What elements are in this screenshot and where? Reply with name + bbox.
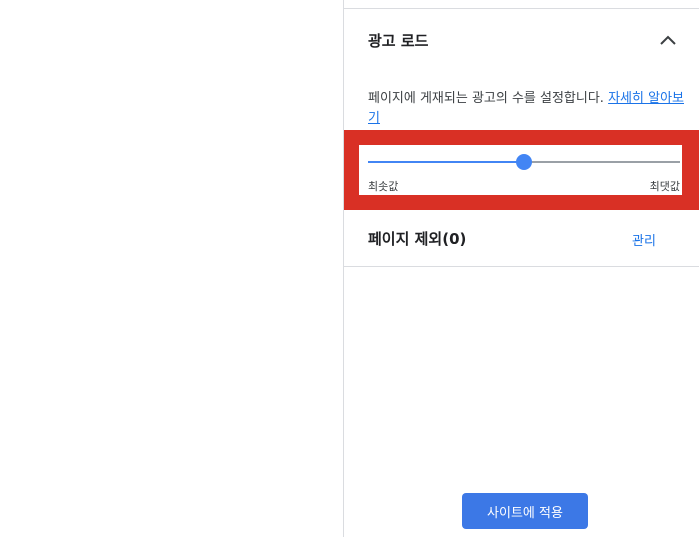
- slider-min-label: 최솟값: [368, 180, 399, 193]
- auto-ads-settings-panel: 광고 로드 페이지에 게재되는 광고의 수를 설정합니다. 자세히 알아보기 최…: [343, 0, 699, 537]
- ad-load-description-text: 페이지에 게재되는 광고의 수를 설정합니다.: [368, 91, 604, 106]
- page-exclusions-title: 페이지 제외(0): [368, 230, 467, 248]
- apply-to-site-button[interactable]: 사이트에 적용: [462, 493, 588, 529]
- chevron-up-icon[interactable]: [658, 31, 678, 51]
- page-preview-area: [0, 0, 343, 537]
- ad-load-description: 페이지에 게재되는 광고의 수를 설정합니다. 자세히 알아보기: [368, 89, 686, 129]
- slider-track-active: [368, 161, 524, 163]
- slider-max-label: 최댓값: [649, 180, 680, 193]
- slider-thumb[interactable]: [516, 154, 532, 170]
- slider-track-inactive: [524, 161, 680, 163]
- ad-load-section-header[interactable]: 광고 로드: [344, 9, 699, 71]
- manage-exclusions-link[interactable]: 관리: [632, 230, 656, 249]
- ad-load-slider[interactable]: [368, 152, 680, 172]
- ad-load-slider-container: 최솟값 최댓값: [359, 145, 682, 195]
- ad-load-title: 광고 로드: [368, 32, 429, 50]
- highlight-box: 최솟값 최댓값: [344, 130, 699, 210]
- page-exclusions-row: 페이지 제외(0) 관리: [344, 210, 699, 267]
